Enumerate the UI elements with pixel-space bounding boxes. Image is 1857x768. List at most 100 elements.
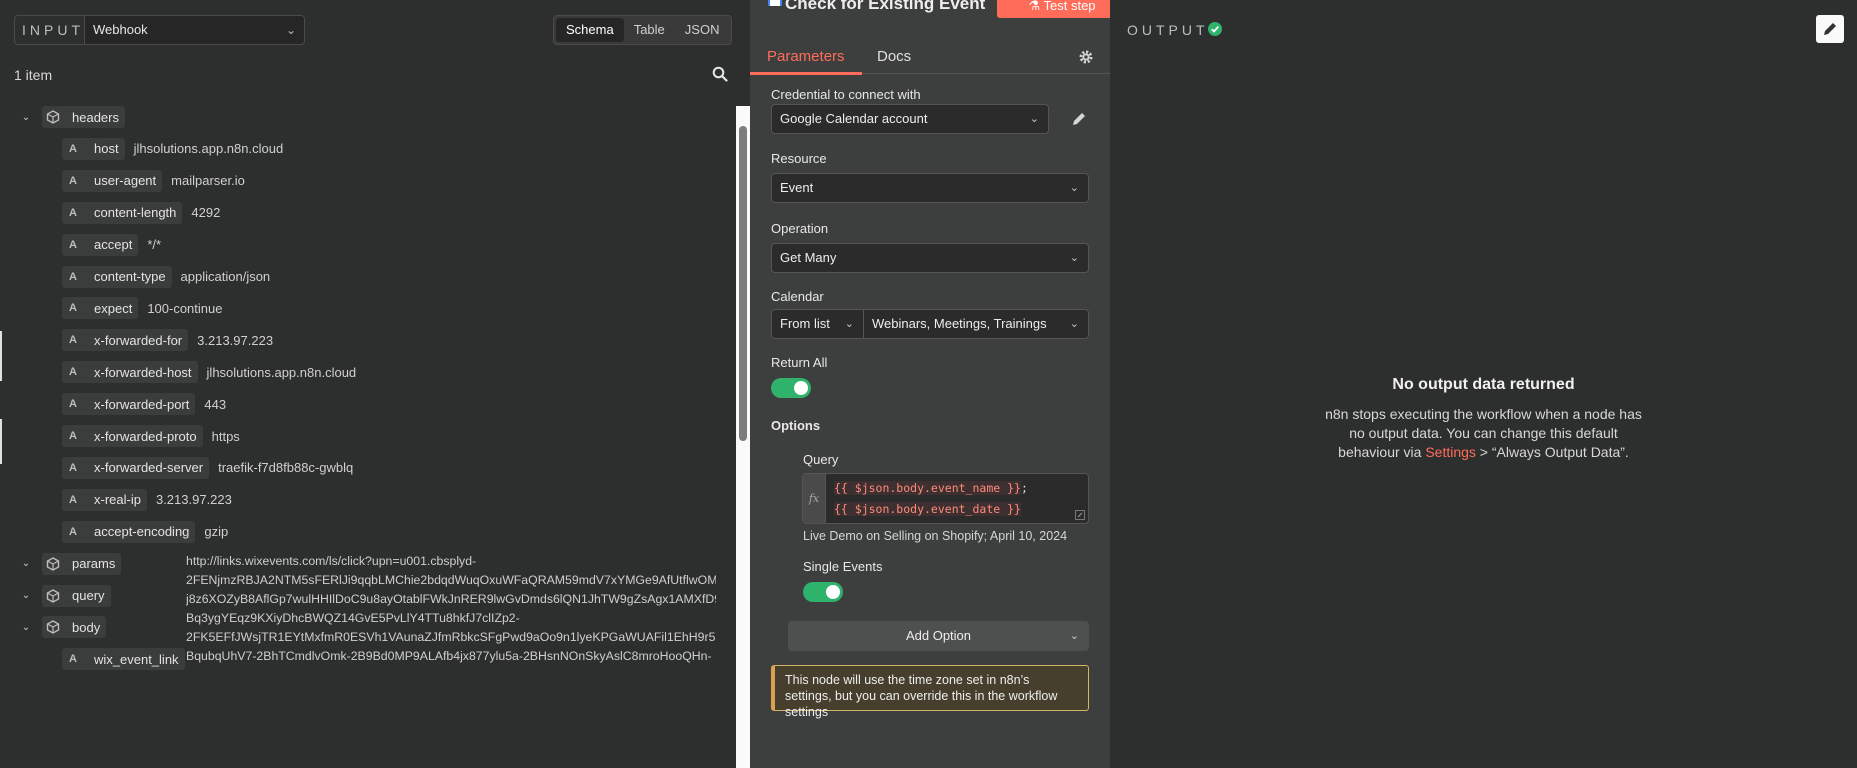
input-source-value: Webhook: [93, 22, 148, 37]
operation-select[interactable]: Get Many ⌄: [771, 243, 1089, 273]
schema-value: jlhsolutions.app.n8n.cloud: [133, 141, 284, 157]
toggle-knob: [794, 381, 808, 395]
schema-field: Acontent-type application/json: [62, 265, 270, 289]
object-icon: [46, 620, 60, 635]
chevron-down-icon[interactable]: ⌄: [20, 590, 32, 601]
string-type-icon: A: [69, 430, 77, 442]
schema-key: Ax-forwarded-proto: [62, 425, 203, 447]
credential-label: Credential to connect with: [771, 87, 921, 102]
calendar-mode-select[interactable]: From list ⌄: [771, 309, 864, 339]
query-label: Query: [803, 452, 839, 467]
chevron-down-icon: ⌄: [1069, 630, 1079, 642]
wix-event-link-line: 2FK5EFfJWsjTR1EYtMxfmR0ESVh1VAunaZJfmRbk…: [186, 630, 716, 644]
return-all-toggle[interactable]: [771, 378, 811, 398]
schema-key: Ax-forwarded-server: [62, 456, 210, 479]
schema-field: Aaccept */*: [62, 233, 161, 257]
string-type-icon: A: [69, 174, 77, 187]
credential-select[interactable]: Google Calendar account ⌄: [771, 104, 1049, 134]
schema-value: mailparser.io: [171, 173, 245, 189]
wix-event-link-line: http://links.wixevents.com/ls/click?upn=…: [186, 554, 477, 568]
wix-event-link-line: BqubqUhV7-2BhTCmdlvOmk-2B9Bd0MP9ALAfb4jx…: [186, 649, 712, 663]
search-icon[interactable]: [712, 66, 728, 82]
chevron-down-icon: ⌄: [1069, 182, 1079, 194]
resource-select[interactable]: Event ⌄: [771, 173, 1089, 203]
calendar-value: Webinars, Meetings, Trainings: [872, 316, 1047, 331]
schema-key: Ax-forwarded-host: [62, 361, 198, 384]
schema-key: Auser-agent: [62, 169, 163, 192]
input-panel: INPUT Webhook ⌄ Schema Table JSON 1 item…: [0, 0, 736, 768]
string-type-icon: A: [69, 653, 77, 666]
operation-label: Operation: [771, 221, 829, 236]
node-title: Check for Existing Event: [785, 0, 986, 13]
chevron-down-icon: ⌄: [1069, 252, 1079, 264]
schema-object-query[interactable]: ⌄ query: [20, 584, 111, 608]
schema-field: Ax-forwarded-proto https: [62, 424, 240, 448]
view-schema-button[interactable]: Schema: [556, 18, 624, 42]
chevron-down-icon: ⌄: [844, 318, 854, 330]
object-icon: [46, 556, 60, 571]
schema-field: Ahost jlhsolutions.app.n8n.cloud: [62, 137, 283, 161]
schema-key: Aaccept-encoding: [62, 520, 196, 543]
view-table-button[interactable]: Table: [624, 18, 675, 42]
tab-docs[interactable]: Docs: [877, 48, 911, 65]
chevron-down-icon[interactable]: ⌄: [20, 622, 32, 633]
chevron-down-icon[interactable]: ⌄: [20, 112, 32, 123]
expand-editor-icon[interactable]: [1075, 510, 1085, 520]
test-step-button[interactable]: ⚗ Test step: [997, 0, 1127, 18]
input-scrollbar-thumb[interactable]: [739, 126, 747, 441]
object-icon: [46, 110, 60, 124]
view-json-button[interactable]: JSON: [675, 18, 730, 42]
schema-object-body[interactable]: ⌄ body: [20, 615, 107, 639]
test-step-label: Test step: [1043, 0, 1096, 13]
calendar-select[interactable]: Webinars, Meetings, Trainings ⌄: [863, 309, 1089, 339]
schema-field: Ax-forwarded-for 3.213.97.223: [62, 328, 273, 352]
view-toggle: Schema Table JSON: [553, 15, 733, 45]
output-title: OUTPUT: [1127, 22, 1209, 38]
chevron-down-icon[interactable]: ⌄: [20, 558, 32, 569]
chevron-down-icon: ⌄: [1029, 113, 1039, 125]
schema-value: */*: [147, 237, 162, 253]
ndv-window: INPUT Webhook ⌄ Schema Table JSON 1 item…: [0, 0, 1857, 768]
schema-key: headers: [42, 106, 125, 128]
schema-field: Auser-agent mailparser.io: [62, 169, 245, 193]
schema-object-headers[interactable]: ⌄ headers: [20, 105, 125, 129]
wix-event-link-line: j8z6XOZyB8AflGp7wulHHIlDoC9u8ayOtablFWkJ…: [186, 592, 716, 606]
string-type-icon: A: [69, 334, 77, 347]
edit-output-button[interactable]: [1816, 15, 1844, 43]
string-type-icon: A: [69, 398, 77, 411]
wix-event-link-line: Bq3ygYEqz9KXiyDhcBWQZ14GvE5PvLlY4TTu8hkf…: [186, 611, 520, 625]
tab-parameters[interactable]: Parameters: [767, 48, 845, 65]
node-settings-panel: Check for Existing Event ⚗ Test step Par…: [750, 0, 1127, 768]
schema-value: traefik-f7d8fb88c-gwblq: [218, 460, 354, 476]
schema-value: 4292: [191, 205, 221, 221]
wix-event-link-value: http://links.wixevents.com/ls/click?upn=…: [186, 552, 716, 666]
edit-credential-icon[interactable]: [1071, 111, 1087, 127]
add-option-label: Add Option: [905, 628, 972, 643]
schema-field: Ax-forwarded-port 443: [62, 392, 226, 416]
settings-link[interactable]: Settings: [1425, 444, 1476, 460]
item-count: 1 item: [14, 67, 53, 83]
schema-key: params: [42, 552, 122, 575]
schema-object-params[interactable]: ⌄ params: [20, 552, 122, 576]
schema-key: Ahost: [62, 137, 125, 160]
schema-key: body: [42, 616, 107, 639]
query-expression-input[interactable]: fx {{ $json.body.event_name }}; {{ $json…: [802, 473, 1089, 524]
schema-key: Ax-forwarded-port: [62, 393, 196, 416]
input-source-select[interactable]: Webhook ⌄: [84, 15, 305, 45]
string-type-icon: A: [69, 525, 77, 538]
schema-value: 443: [204, 396, 227, 412]
schema-value: https: [211, 428, 240, 444]
single-events-toggle[interactable]: [803, 582, 843, 602]
schema-key: Aexpect: [62, 297, 139, 320]
schema-field: Aexpect 100-continue: [62, 296, 222, 320]
string-type-icon: A: [69, 238, 77, 251]
toggle-knob: [826, 585, 840, 599]
object-icon: [46, 588, 60, 603]
schema-field: Ax-real-ip 3.213.97.223: [62, 488, 232, 512]
operation-value: Get Many: [780, 250, 837, 265]
gear-icon[interactable]: [1078, 49, 1094, 65]
add-option-button[interactable]: Add Option ⌄: [788, 621, 1089, 651]
chevron-down-icon: ⌄: [285, 23, 296, 37]
schema-key: Awix_event_link: [62, 648, 185, 671]
string-type-icon: A: [69, 206, 77, 219]
